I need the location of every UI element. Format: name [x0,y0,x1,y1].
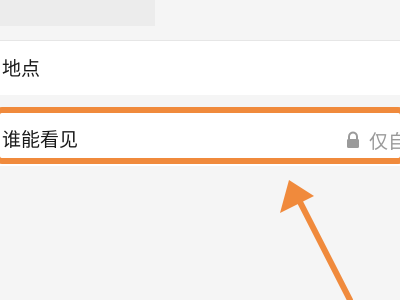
pointer-arrow [280,180,353,300]
